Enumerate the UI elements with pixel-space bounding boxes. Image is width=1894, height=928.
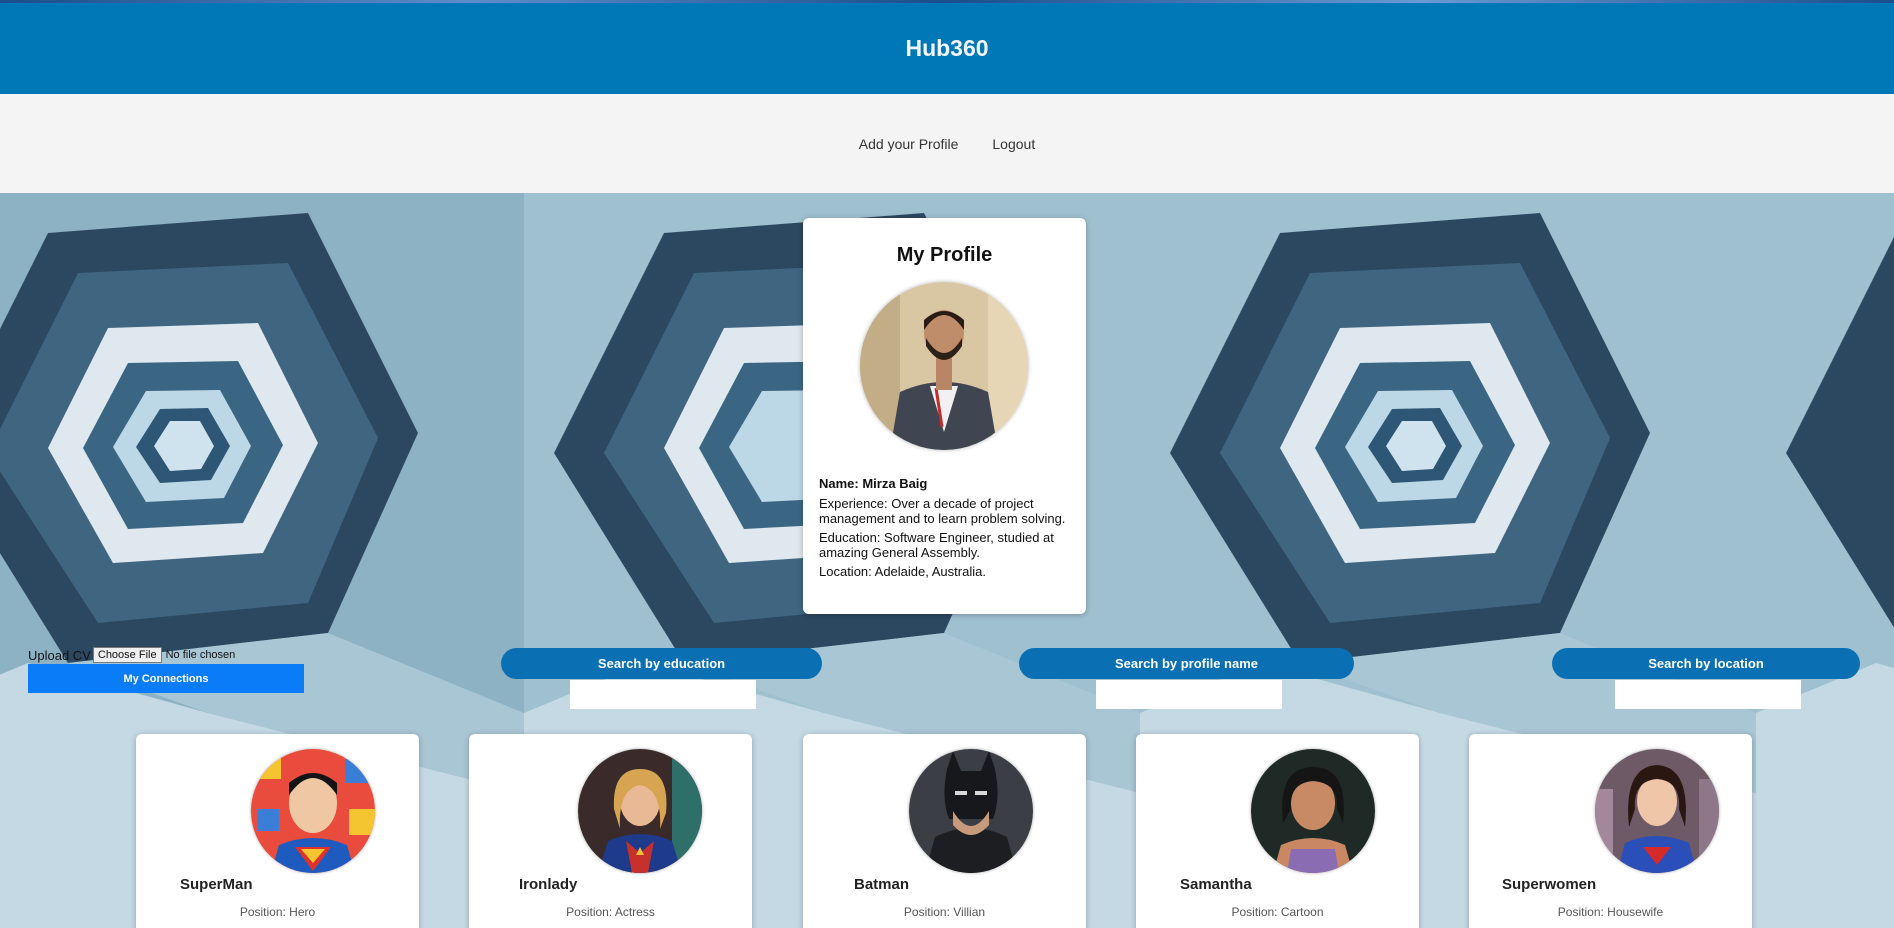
upload-cv-label: Upload CV bbox=[28, 647, 91, 663]
file-status-text: No file chosen bbox=[165, 649, 236, 661]
app-header: Hub360 bbox=[0, 3, 1894, 94]
ironlady-avatar bbox=[578, 749, 702, 873]
profile-location: Location: Adelaide, Australia. bbox=[819, 564, 986, 579]
person-name: Batman bbox=[854, 876, 910, 893]
profile-details: Name: Mirza Baig Experience: Over a deca… bbox=[819, 476, 1075, 583]
batman-avatar bbox=[909, 749, 1033, 873]
profile-name: Name: Mirza Baig bbox=[819, 476, 928, 491]
superman-avatar bbox=[251, 749, 375, 873]
search-education-input[interactable] bbox=[570, 680, 756, 709]
choose-file-button[interactable]: Choose File bbox=[92, 647, 162, 663]
background-staircase-image bbox=[1756, 193, 1894, 928]
profile-heading: My Profile bbox=[896, 244, 993, 266]
superwomen-avatar bbox=[1595, 749, 1719, 873]
person-card-samantha[interactable]: Samantha Position: Cartoon bbox=[1136, 734, 1419, 928]
profile-education: Education: Software Engineer, studied at… bbox=[819, 530, 1054, 560]
person-name: Ironlady bbox=[519, 876, 578, 893]
search-profile-name-input[interactable] bbox=[1096, 680, 1282, 709]
profile-experience: Experience: Over a decade of project man… bbox=[819, 496, 1066, 526]
my-profile-card: My Profile Name: Mirza Baig Experience: … bbox=[803, 218, 1086, 614]
nav-logout-link[interactable]: Logout bbox=[992, 136, 1035, 152]
person-position: Position: Hero bbox=[239, 905, 316, 919]
search-location-input[interactable] bbox=[1615, 680, 1801, 709]
person-name: SuperMan bbox=[180, 876, 253, 893]
person-position: Position: Housewife bbox=[1557, 905, 1664, 919]
person-position: Position: Cartoon bbox=[1231, 905, 1324, 919]
search-profile-name-button[interactable]: Search by profile name bbox=[1019, 648, 1354, 679]
my-connections-button[interactable]: My Connections bbox=[28, 664, 304, 693]
person-position: Position: Villian bbox=[903, 905, 986, 919]
nav-bar: Add your Profile Logout bbox=[0, 94, 1894, 193]
nav-add-profile-link[interactable]: Add your Profile bbox=[859, 136, 959, 152]
person-card-superman[interactable]: SuperMan Position: Hero bbox=[136, 734, 419, 928]
person-name: Samantha bbox=[1180, 876, 1252, 893]
person-card-batman[interactable]: Batman Position: Villian bbox=[803, 734, 1086, 928]
samantha-avatar bbox=[1251, 749, 1375, 873]
main-content: My Profile Name: Mirza Baig Experience: … bbox=[0, 193, 1894, 928]
person-position: Position: Actress bbox=[566, 905, 655, 919]
app-title: Hub360 bbox=[905, 35, 989, 61]
person-card-ironlady[interactable]: Ironlady Position: Actress bbox=[469, 734, 752, 928]
search-location-button[interactable]: Search by location bbox=[1552, 648, 1860, 679]
person-card-superwomen[interactable]: Superwomen Position: Housewife bbox=[1469, 734, 1752, 928]
upload-cv: Upload CV Choose File No file chosen bbox=[28, 647, 235, 663]
person-name: Superwomen bbox=[1502, 876, 1597, 893]
search-education-button[interactable]: Search by education bbox=[501, 648, 822, 679]
profile-avatar bbox=[860, 282, 1028, 450]
